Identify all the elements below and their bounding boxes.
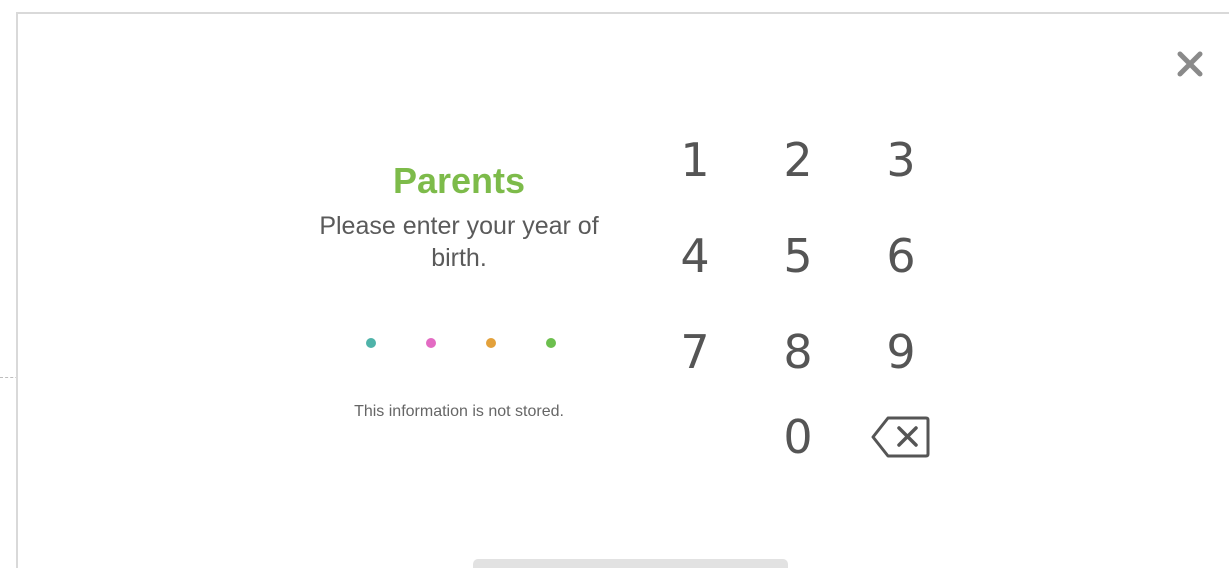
backspace-icon [870, 412, 932, 462]
pin-dot-2 [426, 338, 436, 348]
pin-dot-3 [486, 338, 496, 348]
dialog-title: Parents [392, 160, 526, 201]
pin-dot-4 [546, 338, 556, 348]
dialog-instructions: Please enter your year of birth. [319, 212, 599, 272]
key-8[interactable]: 8 [748, 307, 848, 397]
key-6[interactable]: 6 [851, 211, 951, 301]
close-icon [1174, 48, 1206, 80]
close-button[interactable] [1174, 48, 1206, 80]
key-7[interactable]: 7 [645, 307, 745, 397]
key-2[interactable]: 2 [748, 115, 848, 205]
screen: Parents Please enter your year of birth.… [0, 0, 1229, 568]
key-4[interactable]: 4 [645, 211, 745, 301]
key-0[interactable]: 0 [748, 392, 848, 482]
home-indicator [473, 559, 788, 568]
number-keypad: 1 2 3 4 5 6 7 8 9 0 [645, 115, 955, 500]
parent-gate-dialog [16, 12, 1229, 568]
key-9[interactable]: 9 [851, 307, 951, 397]
privacy-note: This information is not stored. [354, 403, 564, 420]
pin-dots [366, 336, 556, 350]
key-3[interactable]: 3 [851, 115, 951, 205]
key-1[interactable]: 1 [645, 115, 745, 205]
key-5[interactable]: 5 [748, 211, 848, 301]
prompt-block: Parents Please enter your year of birth. [300, 160, 618, 274]
backspace-button[interactable] [851, 392, 951, 482]
pin-dot-1 [366, 338, 376, 348]
